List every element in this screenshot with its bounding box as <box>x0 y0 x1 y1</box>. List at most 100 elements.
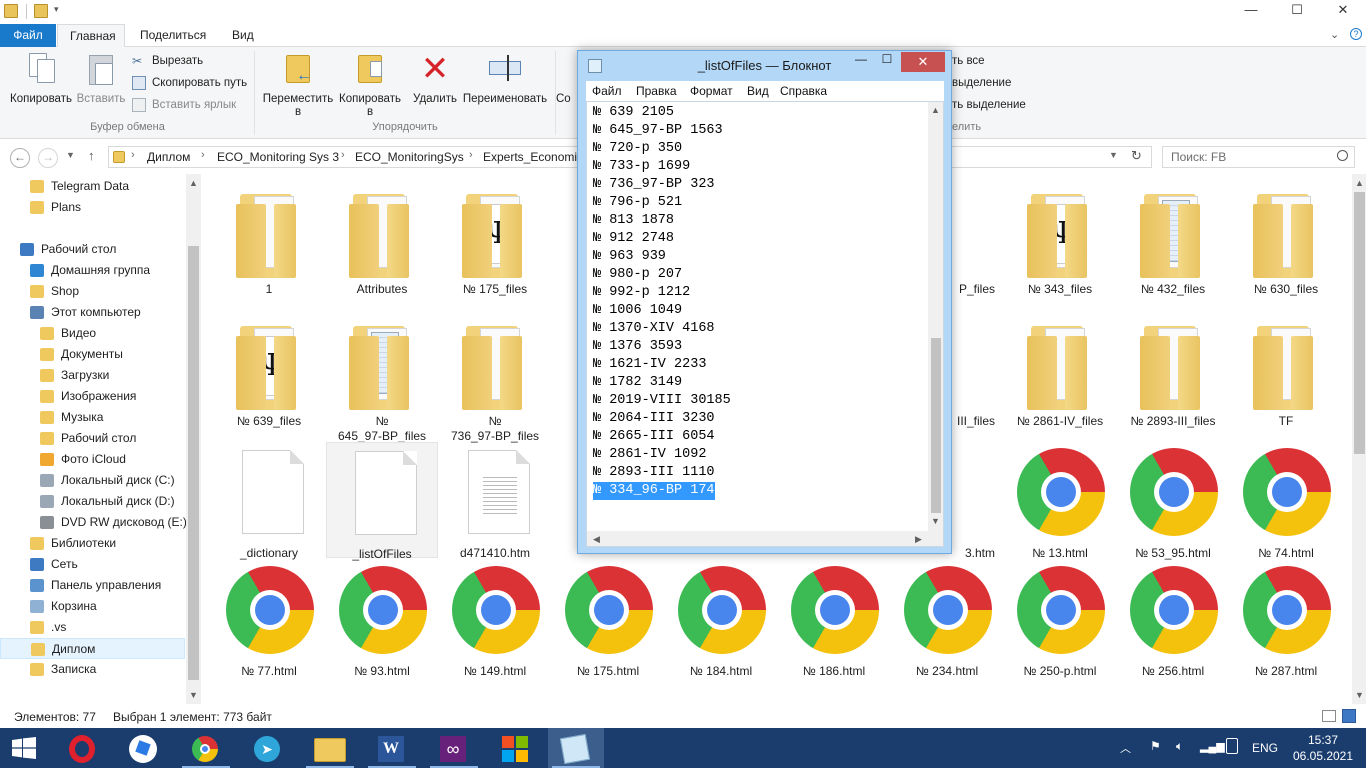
menu-format[interactable]: Формат <box>690 84 733 98</box>
breadcrumb-item[interactable]: Experts_Economis <box>483 150 583 164</box>
folder-item[interactable]: № 2861-IV_files <box>1004 314 1116 429</box>
paste-button[interactable]: Вставить <box>74 51 128 106</box>
menu-edit[interactable]: Правка <box>636 84 677 98</box>
notepad-horizontal-scrollbar[interactable]: ◀ ▶ <box>587 531 928 546</box>
file-item-html[interactable]: № 234.html <box>891 564 1003 679</box>
nav-scrollbar[interactable]: ▲ ▼ <box>186 174 201 704</box>
file-item-html[interactable]: № 53_95.html <box>1117 446 1229 561</box>
breadcrumb-item[interactable]: ECO_MonitoringSys <box>355 150 464 164</box>
taskbar-app-2[interactable] <box>488 728 544 768</box>
sidebar-item[interactable]: Корзина <box>0 596 185 617</box>
select-none-button[interactable]: выделение <box>952 73 1011 93</box>
taskbar-visual-studio[interactable]: ∞ <box>426 728 482 768</box>
sidebar-item[interactable]: Музыка <box>0 407 185 428</box>
tab-share[interactable]: Поделиться <box>128 24 218 47</box>
help-icon[interactable]: ? <box>1350 28 1362 40</box>
sidebar-item[interactable]: Рабочий стол <box>0 428 185 449</box>
paste-shortcut-button[interactable]: Вставить ярлык <box>132 95 236 115</box>
back-button[interactable]: ← <box>10 148 30 168</box>
tab-view[interactable]: Вид <box>220 24 266 47</box>
scroll-right-icon[interactable]: ▶ <box>911 532 926 546</box>
folder-item[interactable]: № 736_97-BP_files <box>439 314 551 444</box>
volume-icon[interactable]: 🔈︎ <box>1176 739 1183 768</box>
sidebar-item[interactable]: Telegram Data <box>0 176 185 197</box>
file-item[interactable]: _listOfFiles <box>326 442 438 561</box>
network-signal-icon[interactable]: ▂▄▆ <box>1200 740 1225 768</box>
scroll-down-icon[interactable]: ▼ <box>1352 688 1366 703</box>
minimize-button[interactable]: — <box>1228 0 1274 22</box>
file-item-html[interactable]: № 77.html <box>213 564 325 679</box>
sidebar-item[interactable]: Этот компьютер <box>0 302 185 323</box>
breadcrumb-item[interactable]: ECO_Monitoring Sys 3 <box>217 150 339 164</box>
file-item-html[interactable]: № 74.html <box>1230 446 1342 561</box>
menu-file[interactable]: Файл <box>592 84 622 98</box>
move-to-button[interactable]: ← Переместить в <box>260 51 336 119</box>
content-scroll-thumb[interactable] <box>1354 192 1365 454</box>
breadcrumb-item[interactable]: Диплом <box>147 150 190 164</box>
folder-item[interactable]: Ψ № 343_files <box>1004 182 1116 297</box>
cut-button[interactable]: ✂ Вырезать <box>132 51 203 71</box>
new-folder-button[interactable]: Со <box>556 51 578 106</box>
scroll-up-icon[interactable]: ▲ <box>928 103 943 118</box>
sidebar-item[interactable]: Plans <box>0 197 185 218</box>
file-item-html[interactable]: № 93.html <box>326 564 438 679</box>
sidebar-item[interactable]: Локальный диск (D:) <box>0 491 185 512</box>
close-button[interactable]: ✕ <box>1320 0 1366 22</box>
language-indicator[interactable]: ENG <box>1252 741 1278 768</box>
taskbar-chrome[interactable] <box>178 728 234 768</box>
tab-file[interactable]: Файл <box>0 24 56 47</box>
file-item-html[interactable]: № 256.html <box>1117 564 1229 679</box>
scroll-down-icon[interactable]: ▼ <box>186 688 201 703</box>
up-arrow-icon[interactable]: ↑ <box>88 148 95 163</box>
maximize-button[interactable]: ☐ <box>1274 0 1320 22</box>
sidebar-item[interactable]: DVD RW дисковод (E:) <box>0 512 187 533</box>
sidebar-item[interactable]: Загрузки <box>0 365 185 386</box>
sidebar-item[interactable]: Изображения <box>0 386 185 407</box>
folder-item[interactable]: № 645_97-BP_files <box>326 314 438 444</box>
file-item-html[interactable]: № 175.html <box>552 564 664 679</box>
action-center-flag-icon[interactable]: ⚑ <box>1150 739 1164 753</box>
taskbar-notepad[interactable] <box>548 728 604 768</box>
file-item-html[interactable]: № 13.html <box>1004 446 1116 561</box>
folder-item[interactable]: TF <box>1230 314 1342 429</box>
sidebar-item[interactable]: Библиотеки <box>0 533 185 554</box>
sidebar-item[interactable]: Диплом <box>0 638 185 659</box>
scroll-up-icon[interactable]: ▲ <box>1352 176 1366 191</box>
file-item-html[interactable]: № 149.html <box>439 564 551 679</box>
collapse-ribbon-icon[interactable]: ⌄ <box>1330 28 1339 41</box>
folder-item[interactable]: Ψ № 175_files <box>439 182 551 297</box>
address-dropdown-icon[interactable]: ▼ <box>1109 150 1118 160</box>
taskbar-explorer[interactable] <box>302 728 358 768</box>
search-input[interactable]: Поиск: FB <box>1162 146 1355 168</box>
notepad-maximize-button[interactable]: ☐ <box>874 52 900 72</box>
new-folder-icon[interactable] <box>34 4 48 18</box>
notepad-text-area[interactable]: № 639 2105 № 645_97-ВР 1563 № 720-р 350 № 7… <box>586 101 944 547</box>
sidebar-item[interactable]: Сеть <box>0 554 185 575</box>
sidebar-item[interactable]: Shop <box>0 281 185 302</box>
select-all-button[interactable]: ть все <box>952 51 985 71</box>
recent-locations-icon[interactable]: ▼ <box>66 150 75 160</box>
file-item-html[interactable]: № 287.html <box>1230 564 1342 679</box>
battery-icon[interactable] <box>1226 738 1238 754</box>
file-item[interactable]: _dictionary <box>213 446 325 561</box>
folder-item[interactable]: Ψ № 639_files <box>213 314 325 429</box>
taskbar-telegram[interactable]: ➤ <box>240 728 296 768</box>
sidebar-item[interactable]: Домашняя группа <box>0 260 185 281</box>
rename-button[interactable]: Переименовать <box>460 51 550 106</box>
sidebar-item[interactable]: Документы <box>0 344 185 365</box>
notepad-scroll-thumb[interactable] <box>931 338 941 513</box>
copy-to-button[interactable]: Копировать в <box>334 51 406 119</box>
scroll-left-icon[interactable]: ◀ <box>589 532 604 546</box>
copy-button[interactable]: Копировать <box>6 51 76 106</box>
copy-path-button[interactable]: Скопировать путь <box>132 73 247 93</box>
folder-item[interactable]: № 2893-III_files <box>1117 314 1229 429</box>
forward-button[interactable]: → <box>38 148 58 168</box>
file-item-html[interactable]: № 186.html <box>778 564 890 679</box>
folder-item[interactable]: № 630_files <box>1230 182 1342 297</box>
delete-button[interactable]: ✕ Удалить <box>410 51 460 106</box>
refresh-icon[interactable]: ↻ <box>1131 148 1142 164</box>
sidebar-item[interactable]: Панель управления <box>0 575 185 596</box>
large-icons-view-icon[interactable] <box>1342 709 1356 723</box>
clock-date[interactable]: 06.05.2021 <box>1290 749 1356 768</box>
notepad-vertical-scrollbar[interactable]: ▲ ▼ <box>928 102 943 531</box>
